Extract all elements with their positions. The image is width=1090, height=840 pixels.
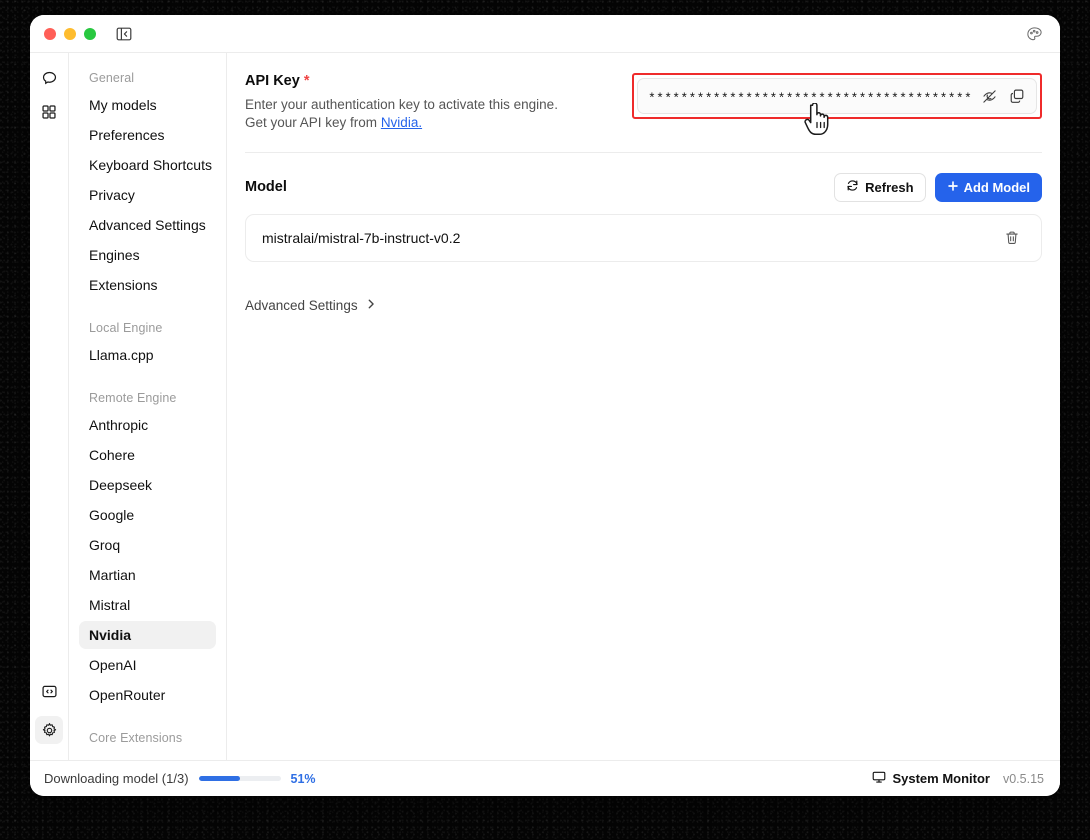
sidebar-item-my-models[interactable]: My models — [79, 91, 216, 119]
required-marker: * — [304, 73, 310, 89]
download-progress-label: 51% — [291, 772, 316, 786]
minimize-button[interactable] — [64, 28, 76, 40]
download-progress-bar — [199, 776, 281, 781]
grid-icon[interactable] — [35, 98, 63, 126]
sidebar-item-openrouter[interactable]: OpenRouter — [79, 681, 216, 709]
api-key-section: API Key * Enter your authentication key … — [245, 53, 1042, 153]
sidebar-item-martian[interactable]: Martian — [79, 561, 216, 589]
api-key-masked-value[interactable]: ****************************************… — [648, 88, 972, 105]
plus-icon — [947, 180, 959, 195]
sidebar-item-privacy[interactable]: Privacy — [79, 181, 216, 209]
model-list-item[interactable]: mistralai/mistral-7b-instruct-v0.2 — [245, 214, 1042, 262]
add-model-button[interactable]: Add Model — [935, 173, 1042, 202]
api-key-input[interactable]: ****************************************… — [637, 78, 1037, 114]
sidebar-item-cohere[interactable]: Cohere — [79, 441, 216, 469]
api-key-label: API Key * — [245, 73, 575, 89]
sidebar-item-llamacpp[interactable]: Llama.cpp — [79, 341, 216, 369]
status-bar: Downloading model (1/3) 51% System Monit… — [30, 760, 1060, 796]
nav-group-general-label: General — [79, 67, 216, 91]
icon-rail — [30, 53, 69, 760]
chat-bubble-icon[interactable] — [35, 64, 63, 92]
copy-icon[interactable] — [1007, 87, 1026, 106]
gear-icon[interactable] — [35, 716, 63, 744]
sidebar-item-nvidia[interactable]: Nvidia — [79, 621, 216, 649]
nav-group-core-extensions-label: Core Extensions — [79, 727, 216, 751]
download-progress-fill — [199, 776, 241, 781]
panel-collapse-icon[interactable] — [115, 25, 133, 43]
nvidia-link[interactable]: Nvidia. — [381, 115, 422, 130]
close-button[interactable] — [44, 28, 56, 40]
sidebar-item-mistral[interactable]: Mistral — [79, 591, 216, 619]
model-section-header: Model Refresh — [245, 153, 1042, 214]
settings-main-panel: API Key * Enter your authentication key … — [227, 53, 1060, 760]
sidebar-item-google[interactable]: Google — [79, 501, 216, 529]
code-brackets-icon[interactable] — [35, 677, 63, 705]
zoom-button[interactable] — [84, 28, 96, 40]
api-key-highlight-box: ****************************************… — [632, 73, 1042, 119]
title-bar — [30, 15, 1060, 52]
status-bar-right: System Monitor v0.5.15 — [872, 770, 1044, 787]
app-version: v0.5.15 — [1003, 772, 1044, 786]
trash-icon[interactable] — [999, 225, 1025, 251]
sidebar-item-openai[interactable]: OpenAI — [79, 651, 216, 679]
sidebar-item-extensions[interactable]: Extensions — [79, 271, 216, 299]
download-status: Downloading model (1/3) 51% — [44, 771, 316, 786]
nav-group-local-engine-label: Local Engine — [79, 317, 216, 341]
settings-nav[interactable]: General My models Preferences Keyboard S… — [69, 53, 227, 760]
model-section-title: Model — [245, 179, 287, 195]
chevron-right-icon — [365, 298, 377, 313]
nav-spacer — [79, 711, 216, 727]
traffic-lights — [44, 28, 96, 40]
sidebar-item-engines[interactable]: Engines — [79, 241, 216, 269]
sidebar-item-deepseek[interactable]: Deepseek — [79, 471, 216, 499]
sidebar-item-advanced-settings[interactable]: Advanced Settings — [79, 211, 216, 239]
api-key-info: API Key * Enter your authentication key … — [245, 71, 575, 132]
monitor-icon — [872, 770, 886, 787]
nav-spacer — [79, 371, 216, 387]
nav-group-remote-engine-label: Remote Engine — [79, 387, 216, 411]
api-key-description: Enter your authentication key to activat… — [245, 96, 575, 132]
eye-off-icon[interactable] — [980, 87, 999, 106]
download-status-text: Downloading model (1/3) — [44, 771, 189, 786]
refresh-icon — [846, 179, 859, 195]
nav-spacer — [79, 301, 216, 317]
api-key-label-text: API Key — [245, 73, 300, 89]
sidebar-item-preferences[interactable]: Preferences — [79, 121, 216, 149]
system-monitor-label: System Monitor — [892, 771, 990, 786]
add-model-button-label: Add Model — [964, 180, 1030, 195]
refresh-button[interactable]: Refresh — [834, 173, 925, 202]
advanced-settings-label: Advanced Settings — [245, 298, 358, 313]
model-name: mistralai/mistral-7b-instruct-v0.2 — [262, 230, 460, 246]
model-actions: Refresh Add Model — [834, 173, 1042, 202]
system-monitor-button[interactable]: System Monitor — [872, 770, 990, 787]
icon-rail-bottom — [35, 677, 63, 750]
sidebar-item-anthropic[interactable]: Anthropic — [79, 411, 216, 439]
palette-icon[interactable] — [1024, 24, 1044, 44]
sidebar-item-groq[interactable]: Groq — [79, 531, 216, 559]
sidebar-item-keyboard-shortcuts[interactable]: Keyboard Shortcuts — [79, 151, 216, 179]
api-key-field-wrapper: ****************************************… — [632, 73, 1042, 119]
advanced-settings-link[interactable]: Advanced Settings — [245, 262, 1042, 313]
app-window: General My models Preferences Keyboard S… — [30, 15, 1060, 796]
window-body: General My models Preferences Keyboard S… — [30, 52, 1060, 760]
refresh-button-label: Refresh — [865, 180, 913, 195]
